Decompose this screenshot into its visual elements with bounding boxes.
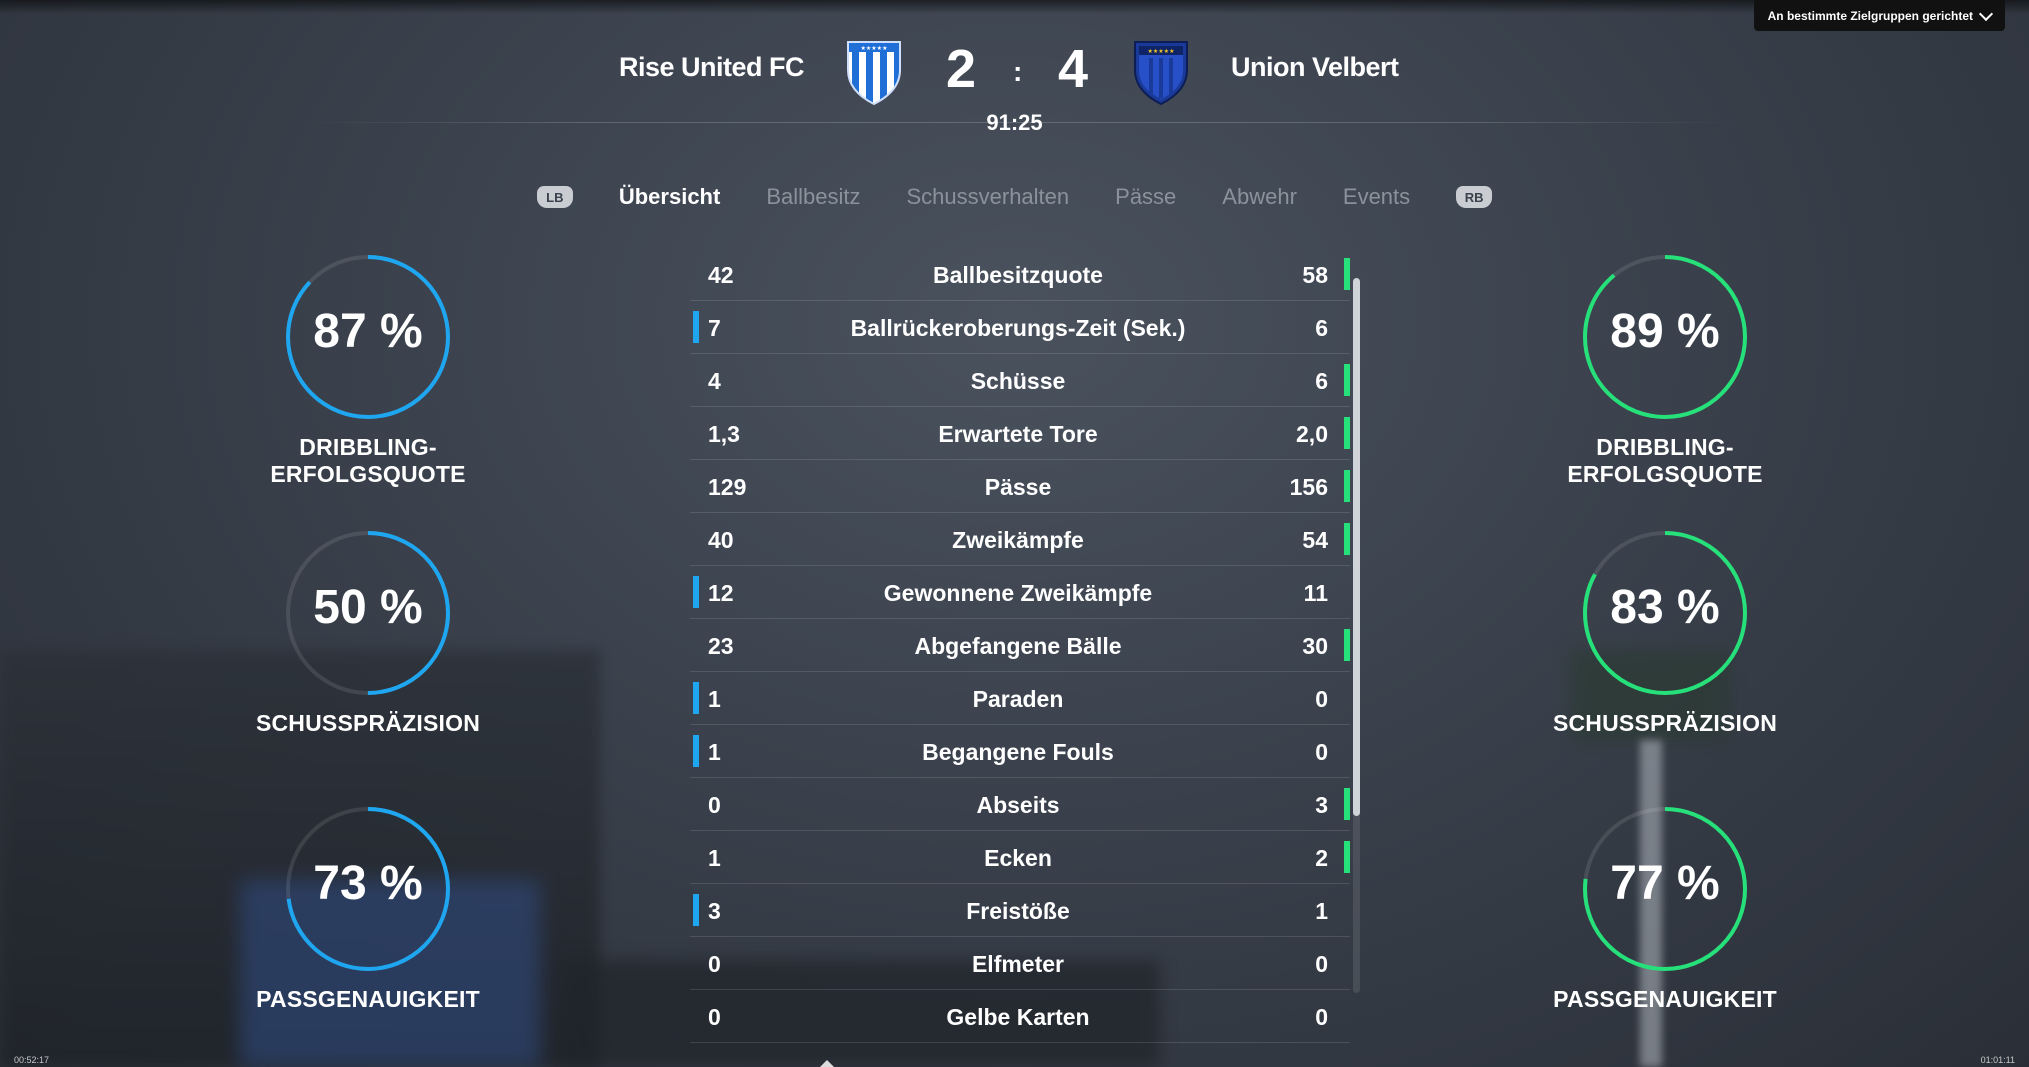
stat-away-value: 30	[1302, 633, 1328, 659]
stat-name: Gelbe Karten	[946, 1004, 1090, 1030]
home-crest-icon: ★★★★★	[847, 41, 901, 106]
chevron-down-icon	[1978, 6, 1994, 21]
gauge-value: 83 %	[1610, 581, 1720, 634]
tab-abwehr[interactable]: Abwehr	[1222, 184, 1297, 210]
rb-button-icon[interactable]: RB	[1456, 186, 1493, 208]
away-score: 4	[1058, 39, 1089, 99]
svg-text:★★★★★: ★★★★★	[861, 45, 888, 52]
away-gauge-dribbling: 89 % DRIBBLING-ERFOLGSQUOTE	[1500, 252, 1830, 488]
stat-name: Abseits	[976, 792, 1060, 818]
gauge-value: 87 %	[313, 305, 423, 358]
away-gauge-passing: 77 % PASSGENAUIGKEIT	[1500, 804, 1830, 1013]
gauge-label: DRIBBLING-ERFOLGSQUOTE	[1567, 434, 1763, 487]
audience-dropdown[interactable]: An bestimmte Zielgruppen gerichtet	[1753, 0, 2005, 31]
footer-time-right: 01:01:11	[1980, 1055, 2015, 1065]
gauge-label: SCHUSSPRÄZISION	[1552, 710, 1778, 736]
stats-row: 23 Abgefangene Bälle 30	[690, 619, 1350, 672]
stat-away-value: 0	[1315, 951, 1328, 977]
tab-paesse[interactable]: Pässe	[1115, 184, 1176, 210]
stat-away-value: 6	[1315, 315, 1328, 341]
gauge-label: PASSGENAUIGKEIT	[1553, 986, 1777, 1012]
tab-events[interactable]: Events	[1343, 184, 1410, 210]
gauge-value: 50 %	[313, 581, 423, 634]
score-separator: :	[1013, 56, 1023, 87]
footer-time-left: 00:52:17	[14, 1055, 50, 1065]
stats-row: 1 Paraden 0	[690, 672, 1350, 725]
home-gauge-shooting: 50 % SCHUSSPRÄZISION	[203, 528, 533, 737]
stat-name: Zweikämpfe	[952, 527, 1084, 553]
stat-away-value: 0	[1315, 739, 1328, 765]
stats-row: 1,3 Erwartete Tore 2,0	[690, 407, 1350, 460]
stat-away-value: 156	[1289, 474, 1328, 500]
home-gauge-passing: 73 % PASSGENAUIGKEIT	[203, 804, 533, 1013]
stats-row: 40 Zweikämpfe 54	[690, 513, 1350, 566]
stat-away-value: 2	[1315, 845, 1328, 871]
stats-row: 0 Abseits 3	[690, 778, 1350, 831]
away-gauge-shooting: 83 % SCHUSSPRÄZISION	[1500, 528, 1830, 737]
stats-row: 3 Freistöße 1	[690, 884, 1350, 937]
stat-away-value: 0	[1315, 1004, 1328, 1030]
gauge-value: 89 %	[1610, 305, 1720, 358]
stats-scrollbar-thumb[interactable]	[1353, 278, 1360, 816]
home-gauge-dribbling: 87 % DRIBBLING-ERFOLGSQUOTE	[203, 252, 533, 488]
stat-away-value: 0	[1315, 686, 1328, 712]
gauge-value: 73 %	[313, 857, 423, 910]
gauge-value: 77 %	[1610, 857, 1720, 910]
stat-away-value: 3	[1315, 792, 1328, 818]
tab-uebersicht[interactable]: Übersicht	[619, 184, 720, 210]
stat-name: Erwartete Tore	[938, 421, 1098, 447]
stats-row: 42 Ballbesitzquote 58	[690, 248, 1350, 301]
away-team-name: Union Velbert	[1231, 52, 1399, 82]
svg-text:★★★★★: ★★★★★	[1148, 48, 1175, 55]
stats-row: 0 Elfmeter 0	[690, 937, 1350, 990]
stat-name: Pässe	[984, 474, 1052, 500]
gauge-label: DRIBBLING-ERFOLGSQUOTE	[270, 434, 466, 487]
stat-name: Elfmeter	[971, 951, 1065, 977]
stat-name: Freistöße	[966, 898, 1070, 924]
stat-name: Paraden	[972, 686, 1064, 712]
top-shadow	[0, 0, 2029, 14]
stat-away-value: 2,0	[1296, 421, 1328, 447]
home-team-name: Rise United FC	[618, 52, 805, 82]
stats-table: 42 Ballbesitzquote 58 7 Ballrückeroberungs-Z…	[690, 248, 1350, 1043]
stats-row: 0 Gelbe Karten 0	[690, 990, 1350, 1043]
header-divider	[300, 122, 1740, 123]
stat-away-value: 6	[1315, 368, 1328, 394]
stats-row: 1 Begangene Fouls 0	[690, 725, 1350, 778]
stat-away-value: 1	[1315, 898, 1328, 924]
stats-row: 129 Pässe 156	[690, 460, 1350, 513]
stats-tabs: LB Übersicht Ballbesitz Schussverhalten …	[0, 184, 2029, 210]
stat-name: Ballbesitzquote	[933, 262, 1103, 288]
stat-name: Begangene Fouls	[922, 739, 1114, 765]
gauge-label: SCHUSSPRÄZISION	[255, 710, 481, 736]
stats-row: 1 Ecken 2	[690, 831, 1350, 884]
stats-row: 12 Gewonnene Zweikämpfe 11	[690, 566, 1350, 619]
stat-name: Abgefangene Bälle	[914, 633, 1122, 659]
lb-button-icon[interactable]: LB	[536, 186, 573, 208]
stat-away-value: 11	[1303, 580, 1328, 606]
tab-schussverhalten[interactable]: Schussverhalten	[906, 184, 1069, 210]
match-clock: 91:25	[986, 110, 1043, 135]
away-crest-icon: ★★★★★	[1134, 41, 1188, 106]
tab-ballbesitz[interactable]: Ballbesitz	[766, 184, 860, 210]
stats-row: 4 Schüsse 6	[690, 354, 1350, 407]
stat-name: Ballrückeroberungs-Zeit (Sek.)	[850, 315, 1186, 341]
home-score: 2	[946, 39, 977, 99]
stats-row: 7 Ballrückeroberungs-Zeit (Sek.) 6	[690, 301, 1350, 354]
expand-up-icon[interactable]	[820, 1060, 834, 1067]
stat-away-value: 54	[1302, 527, 1328, 553]
gauge-label: PASSGENAUIGKEIT	[256, 986, 480, 1012]
stat-away-value: 58	[1302, 262, 1328, 288]
stat-name: Schüsse	[970, 368, 1066, 394]
stat-name: Ecken	[984, 845, 1052, 871]
audience-label: An bestimmte Zielgruppen gerichtet	[1767, 8, 1973, 23]
stat-name: Gewonnene Zweikämpfe	[883, 580, 1153, 606]
